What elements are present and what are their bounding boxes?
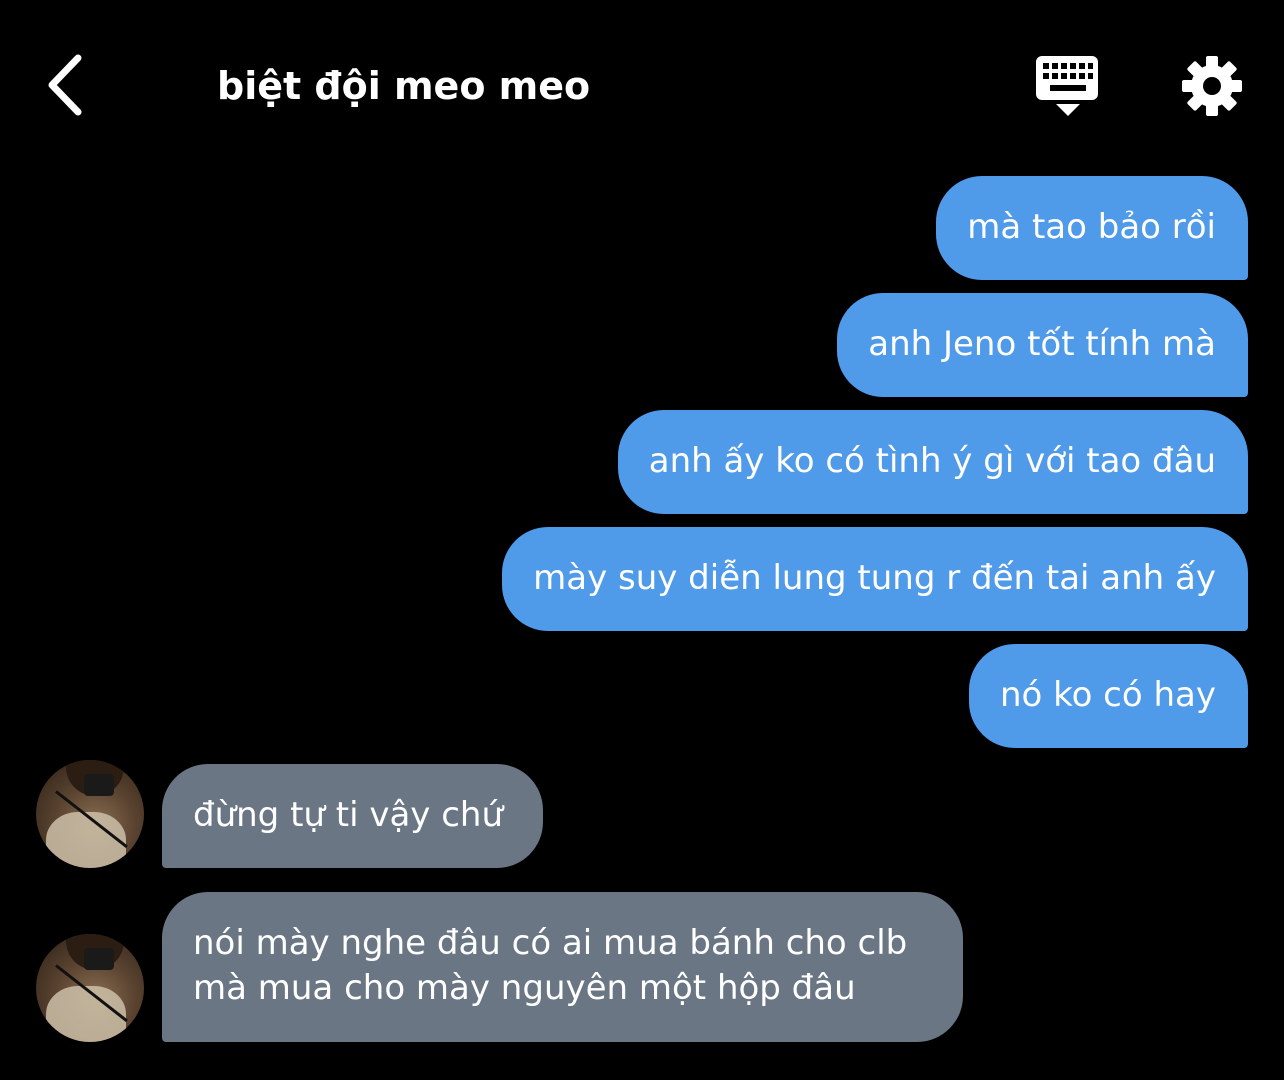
sender-avatar[interactable] [36,760,144,868]
incoming-message[interactable]: nói mày nghe đâu có ai mua bánh cho clb … [162,892,964,1042]
message-text-line: nói mày nghe đâu có ai mua bánh cho clb [193,923,908,963]
message-text: anh ấy ko có tình ý gì với tao đâu [648,441,1216,481]
settings-button[interactable] [1180,54,1244,118]
outgoing-message[interactable]: mà tao bảo rồi [936,176,1248,280]
sender-avatar[interactable] [36,934,144,1042]
message-text-line: mà mua cho mày nguyên một hộp đâu [193,968,856,1008]
gear-icon [1182,56,1242,116]
incoming-message[interactable]: đừng tự ti vậy chứ [162,764,544,868]
message-text: đừng tự ti vậy chứ [193,795,504,835]
message-text: mày suy diễn lung tung r đến tai anh ấy [533,558,1216,598]
message-text: nó ko có hay [999,675,1216,715]
outgoing-message[interactable]: mày suy diễn lung tung r đến tai anh ấy [502,527,1248,631]
message-text: mà tao bảo rồi [967,207,1216,247]
keyboard-button[interactable] [1034,54,1102,118]
outgoing-message[interactable]: anh ấy ko có tình ý gì với tao đâu [617,410,1248,514]
back-button[interactable] [40,50,96,120]
outgoing-message[interactable]: anh Jeno tốt tính mà [837,293,1248,397]
message-text: anh Jeno tốt tính mà [868,324,1216,364]
chat-title[interactable]: biệt đội meo meo [217,62,590,110]
outgoing-message[interactable]: nó ko có hay [968,644,1248,748]
chevron-left-icon [48,54,82,116]
keyboard-icon [1036,56,1098,116]
chat-header: biệt đội meo meo [0,0,1284,170]
